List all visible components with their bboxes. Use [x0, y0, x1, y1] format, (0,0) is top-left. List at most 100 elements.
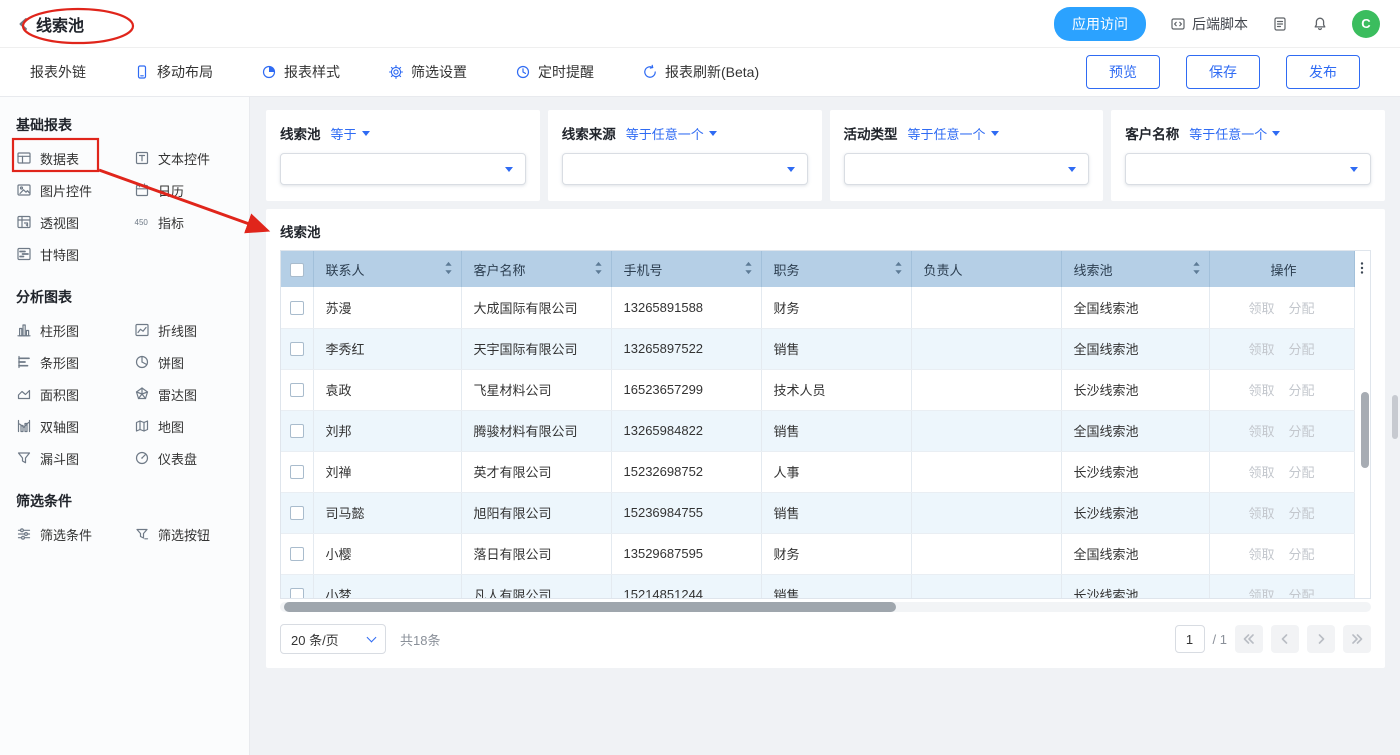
next-page-button[interactable]	[1307, 625, 1335, 653]
sort-icon[interactable]	[1192, 261, 1201, 278]
assign-action[interactable]: 分配	[1289, 383, 1315, 398]
table-row-2[interactable]: 袁政飞星材料公司16523657299技术人员长沙线索池领取分配	[281, 369, 1354, 410]
assign-action[interactable]: 分配	[1289, 465, 1315, 480]
horizontal-scrollbar[interactable]	[280, 602, 1371, 612]
table-row-6[interactable]: 小樱落日有限公司13529687595财务全国线索池领取分配	[281, 533, 1354, 574]
row-checkbox[interactable]	[290, 506, 304, 520]
app-access-button[interactable]: 应用访问	[1054, 7, 1146, 41]
sidebar-item-map-chart[interactable]: 地图	[134, 417, 237, 435]
filter-operator[interactable]: 等于任意一个	[1189, 124, 1280, 143]
sidebar-item-datasheet[interactable]: 数据表	[16, 149, 134, 167]
sidebar-item-filter-condition[interactable]: 筛选条件	[16, 525, 134, 543]
sidebar-item-indicator[interactable]: 450指标	[134, 213, 237, 231]
select-all-checkbox[interactable]	[290, 263, 304, 277]
sidebar-item-text-widget[interactable]: 文本控件	[134, 149, 237, 167]
assign-action[interactable]: 分配	[1289, 424, 1315, 439]
row-checkbox[interactable]	[290, 465, 304, 479]
assign-action[interactable]: 分配	[1289, 588, 1315, 598]
assign-action[interactable]: 分配	[1289, 506, 1315, 521]
last-page-button[interactable]	[1343, 625, 1371, 653]
table-row-0[interactable]: 苏漫大成国际有限公司13265891588财务全国线索池领取分配	[281, 287, 1354, 328]
row-checkbox[interactable]	[290, 424, 304, 438]
claim-action[interactable]: 领取	[1248, 506, 1274, 521]
assign-action[interactable]: 分配	[1289, 547, 1315, 562]
sidebar-item-gauge-chart[interactable]: 仪表盘	[134, 449, 237, 467]
filter-operator[interactable]: 等于任意一个	[908, 124, 999, 143]
filter-widget-3: 客户名称 等于任意一个	[1111, 110, 1385, 201]
sidebar-item-column-chart[interactable]: 柱形图	[16, 321, 134, 339]
user-avatar[interactable]: C	[1352, 10, 1380, 38]
first-page-button[interactable]	[1235, 625, 1263, 653]
row-checkbox[interactable]	[290, 301, 304, 315]
row-checkbox[interactable]	[290, 383, 304, 397]
filter-value-select[interactable]	[280, 153, 526, 185]
vertical-scrollbar-thumb[interactable]	[1361, 392, 1369, 468]
filter-value-select[interactable]	[562, 153, 808, 185]
claim-action[interactable]: 领取	[1248, 342, 1274, 357]
claim-action[interactable]: 领取	[1248, 465, 1274, 480]
sidebar-item-dual-axis-chart[interactable]: 双轴图	[16, 417, 134, 435]
row-checkbox[interactable]	[290, 547, 304, 561]
sidebar-item-line-chart[interactable]: 折线图	[134, 321, 237, 339]
sort-icon[interactable]	[744, 261, 753, 278]
sort-icon[interactable]	[444, 261, 453, 278]
toolbar-item-2[interactable]: 报表样式	[261, 62, 340, 82]
bell-icon[interactable]	[1312, 16, 1328, 32]
cell-pool: 全国线索池	[1061, 410, 1209, 451]
cell-pool: 全国线索池	[1061, 287, 1209, 328]
publish-button[interactable]: 发布	[1286, 55, 1360, 89]
sidebar-item-area-chart[interactable]: 面积图	[16, 385, 134, 403]
image-icon	[16, 182, 32, 198]
sidebar-item-pivot-view[interactable]: 透视图	[16, 213, 134, 231]
vertical-scrollbar[interactable]	[1361, 288, 1369, 598]
preview-button[interactable]: 预览	[1086, 55, 1160, 89]
toolbar-item-3[interactable]: 筛选设置	[388, 62, 467, 82]
claim-action[interactable]: 领取	[1248, 424, 1274, 439]
toolbar-item-5[interactable]: 报表刷新(Beta)	[642, 62, 759, 82]
toolbar-item-1[interactable]: 移动布局	[134, 62, 213, 82]
save-button[interactable]: 保存	[1186, 55, 1260, 89]
sidebar-item-filter-button[interactable]: 筛选按钮	[134, 525, 237, 543]
cell-pool: 全国线索池	[1061, 533, 1209, 574]
claim-action[interactable]: 领取	[1248, 301, 1274, 316]
sidebar-item-calendar[interactable]: 日历	[134, 181, 237, 199]
backend-script-button[interactable]: 后端脚本	[1170, 14, 1248, 34]
back-button[interactable]	[16, 16, 32, 32]
filter-operator[interactable]: 等于任意一个	[626, 124, 717, 143]
claim-action[interactable]: 领取	[1248, 547, 1274, 562]
filter-value-select[interactable]	[1125, 153, 1371, 185]
page-size-select[interactable]: 20 条/页	[280, 624, 386, 654]
sidebar-item-radar-chart[interactable]: 雷达图	[134, 385, 237, 403]
toolbar-item-0[interactable]: 报表外链	[30, 62, 86, 82]
claim-action[interactable]: 领取	[1248, 383, 1274, 398]
filter-value-select[interactable]	[844, 153, 1090, 185]
sidebar-item-bar-chart[interactable]: 条形图	[16, 353, 134, 371]
row-checkbox[interactable]	[290, 342, 304, 356]
column-settings-icon[interactable]	[1354, 260, 1370, 279]
page-input[interactable]: 1	[1175, 625, 1205, 653]
prev-page-button[interactable]	[1271, 625, 1299, 653]
table-row-5[interactable]: 司马懿旭阳有限公司15236984755销售长沙线索池领取分配	[281, 492, 1354, 533]
sidebar-item-gantt[interactable]: 甘特图	[16, 245, 134, 263]
row-checkbox[interactable]	[290, 588, 304, 598]
assign-action[interactable]: 分配	[1289, 342, 1315, 357]
horizontal-scrollbar-thumb[interactable]	[284, 602, 896, 612]
cell-contact: 小梦	[313, 574, 461, 598]
window-scrollbar-thumb[interactable]	[1392, 395, 1398, 439]
filter-operator[interactable]: 等于	[331, 124, 370, 143]
table-row-1[interactable]: 李秀红天宇国际有限公司13265897522销售全国线索池领取分配	[281, 328, 1354, 369]
document-icon[interactable]	[1272, 16, 1288, 32]
table-row-7[interactable]: 小梦凡人有限公司15214851244销售长沙线索池领取分配	[281, 574, 1354, 598]
sort-icon[interactable]	[594, 261, 603, 278]
sidebar-item-image-widget[interactable]: 图片控件	[16, 181, 134, 199]
filter-btn-icon	[134, 526, 150, 542]
sidebar-item-funnel-chart[interactable]: 漏斗图	[16, 449, 134, 467]
assign-action[interactable]: 分配	[1289, 301, 1315, 316]
claim-action[interactable]: 领取	[1248, 588, 1274, 598]
sidebar-item-pie-chart[interactable]: 饼图	[134, 353, 237, 371]
sidebar-group: 筛选条件筛选按钮	[16, 525, 237, 543]
toolbar-item-4[interactable]: 定时提醒	[515, 62, 594, 82]
sort-icon[interactable]	[894, 261, 903, 278]
table-row-4[interactable]: 刘禅英才有限公司15232698752人事长沙线索池领取分配	[281, 451, 1354, 492]
table-row-3[interactable]: 刘邦腾骏材料有限公司13265984822销售全国线索池领取分配	[281, 410, 1354, 451]
